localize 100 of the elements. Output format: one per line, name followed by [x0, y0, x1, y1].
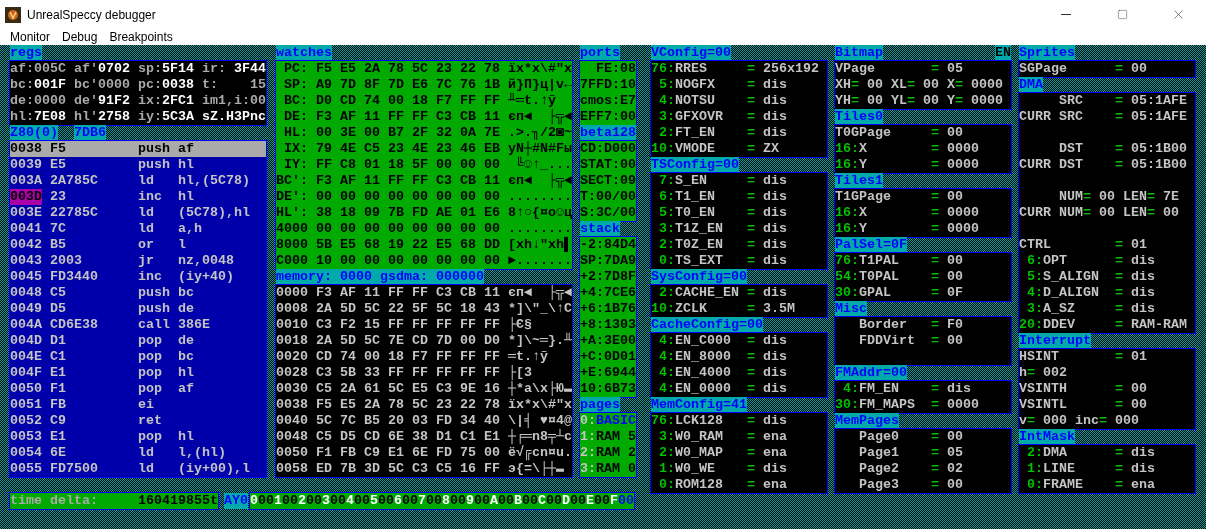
disassembly-line[interactable]: 0055 FD7500 ld (iy+00),l — [10, 461, 266, 477]
register-value[interactable]: 00 — [426, 493, 442, 509]
hex-bytes: CD 74 00 18 F7 FF FF FF — [316, 349, 500, 365]
field-name: LEN — [1123, 189, 1147, 205]
field-value: dis — [763, 109, 787, 125]
disassembly-line[interactable]: 0051 FB ei — [10, 397, 266, 413]
field-name: ZCLK — [675, 301, 707, 317]
opcode-bytes: C5 — [50, 285, 67, 301]
disassembly-line[interactable]: 0043 2003 jr nz,0048 — [10, 253, 266, 269]
field-name: X — [859, 141, 867, 157]
ascii-text: їх*x\#"x — [508, 61, 572, 77]
memory-address: 0030 — [276, 381, 308, 397]
register-value[interactable]: 00 — [522, 493, 538, 509]
disassembly-line[interactable]: 0052 C9 ret — [10, 413, 266, 429]
equals-sign: = — [747, 301, 756, 317]
disassembly-line[interactable]: 004A CD6E38 call 386E — [10, 317, 266, 333]
field-value: 00 — [867, 93, 883, 109]
instruction-address: 0048 — [10, 285, 42, 301]
field-value: 05:1AFE — [1131, 109, 1187, 125]
register-value[interactable]: 00 — [330, 493, 346, 509]
bit-range: 1: — [1026, 461, 1043, 477]
operands: 386E — [178, 317, 210, 333]
register-value[interactable]: 00 — [282, 493, 298, 509]
register-value[interactable]: 00 — [546, 493, 562, 509]
field-value: 00 — [947, 125, 963, 141]
register-value[interactable]: 00 — [570, 493, 586, 509]
register-name: af: — [10, 61, 34, 77]
register-name: im1,i: — [202, 93, 250, 109]
field-name: ROM128 — [675, 477, 723, 493]
disassembly-line[interactable]: 0054 6E ld l,(hl) — [10, 445, 266, 461]
field-value: RAM-RAM — [1131, 317, 1187, 333]
operands: (5C78),hl — [178, 205, 250, 221]
field-name: EN_4000 — [675, 365, 731, 381]
register-name: ix: — [138, 93, 162, 109]
equals-sign: = — [747, 413, 756, 429]
register-value[interactable]: 00 — [378, 493, 394, 509]
field-name: W0_MAP — [675, 445, 723, 461]
field-value: dis — [1131, 445, 1155, 461]
menu-item[interactable]: Debug — [56, 29, 104, 45]
mnemonic: push — [138, 157, 171, 173]
menu-item[interactable]: Monitor — [4, 29, 56, 45]
register-value[interactable]: 00 — [306, 493, 322, 509]
register-value: 2FC1 — [162, 93, 194, 109]
instruction-address: 0043 — [10, 253, 42, 269]
disassembly-line[interactable]: 0050 F1 pop af — [10, 381, 266, 397]
bit-range: 4: — [658, 365, 675, 381]
disassembly-line[interactable]: 0042 B5 or l — [10, 237, 266, 253]
opcode-bytes: F1 — [50, 381, 67, 397]
register-value: 5F14 — [162, 61, 194, 77]
disassembly-line[interactable]: 003A 2A785C ld hl,(5C78) — [10, 173, 266, 189]
disassembly-line[interactable]: 0041 7C ld a,h — [10, 221, 266, 237]
bit-range: 3: — [658, 429, 675, 445]
register-value[interactable]: 00 — [402, 493, 418, 509]
opcode-bytes: E1 — [50, 365, 67, 381]
register-value[interactable]: 00 — [474, 493, 490, 509]
register-value[interactable]: 00 — [450, 493, 466, 509]
field-value: ena — [763, 445, 787, 461]
disassembly-line[interactable]: 003D 23 inc hl — [10, 189, 266, 205]
opcode-bytes: C1 — [50, 349, 67, 365]
field-value: 00 — [1099, 205, 1115, 221]
field-value: 0000 — [947, 141, 979, 157]
field-value: 00 — [1131, 61, 1147, 77]
bit-range: 76: — [835, 253, 859, 269]
bit-range: 6: — [1026, 253, 1043, 269]
equals-sign: = — [747, 221, 756, 237]
field-value: dis — [763, 285, 787, 301]
address-label: 7DB6 — [74, 125, 106, 141]
register-value[interactable]: 00 — [258, 493, 274, 509]
ascii-text: ┼╒═n8╤┴с — [508, 429, 572, 445]
disassembly-line[interactable]: 0053 E1 pop hl — [10, 429, 266, 445]
equals-sign: = — [1115, 61, 1124, 77]
bit-range: 2: — [658, 237, 675, 253]
register-value: 0000 — [34, 93, 66, 109]
mnemonic: jr — [138, 253, 155, 269]
register-value[interactable]: 00 — [594, 493, 610, 509]
disassembly-line[interactable]: 004D D1 pop de — [10, 333, 266, 349]
ascii-text: єп◄ ├╦◄ — [508, 285, 572, 301]
field-value: 002 — [1043, 365, 1067, 381]
mnemonic: inc — [138, 189, 163, 205]
disassembly-line[interactable]: 0049 D5 push de — [10, 301, 266, 317]
section-title: PalSel=0F — [835, 237, 907, 253]
disassembly-line[interactable]: 004F E1 pop hl — [10, 365, 266, 381]
section-title: VConfig=00 — [651, 45, 731, 61]
field-name: XH — [835, 77, 851, 93]
disassembly-line[interactable]: 004E C1 pop bc — [10, 349, 266, 365]
register-value[interactable]: 00 — [354, 493, 370, 509]
field-value: 05:1AFE — [1131, 93, 1187, 109]
menu-item[interactable]: Breakpoints — [103, 29, 179, 45]
disassembly-line[interactable]: 0039 E5 push hl — [10, 157, 266, 173]
disassembly-line[interactable]: 003E 22785C ld (5C78),hl — [10, 205, 266, 221]
status-line: -2:84D4 — [580, 237, 636, 252]
ascii-text: ........ — [508, 221, 572, 237]
field-value: dis — [947, 381, 971, 397]
opcode-bytes: D5 — [50, 301, 67, 317]
disassembly-line[interactable]: 0048 C5 push bc — [10, 285, 266, 301]
field-value: dis — [763, 77, 787, 93]
disassembly-line[interactable]: 0045 FD3440 inc (iy+40) — [10, 269, 266, 285]
section-title: Interrupt — [1019, 333, 1091, 349]
register-value[interactable]: 00 — [498, 493, 514, 509]
field-value: 0000 — [947, 205, 979, 221]
